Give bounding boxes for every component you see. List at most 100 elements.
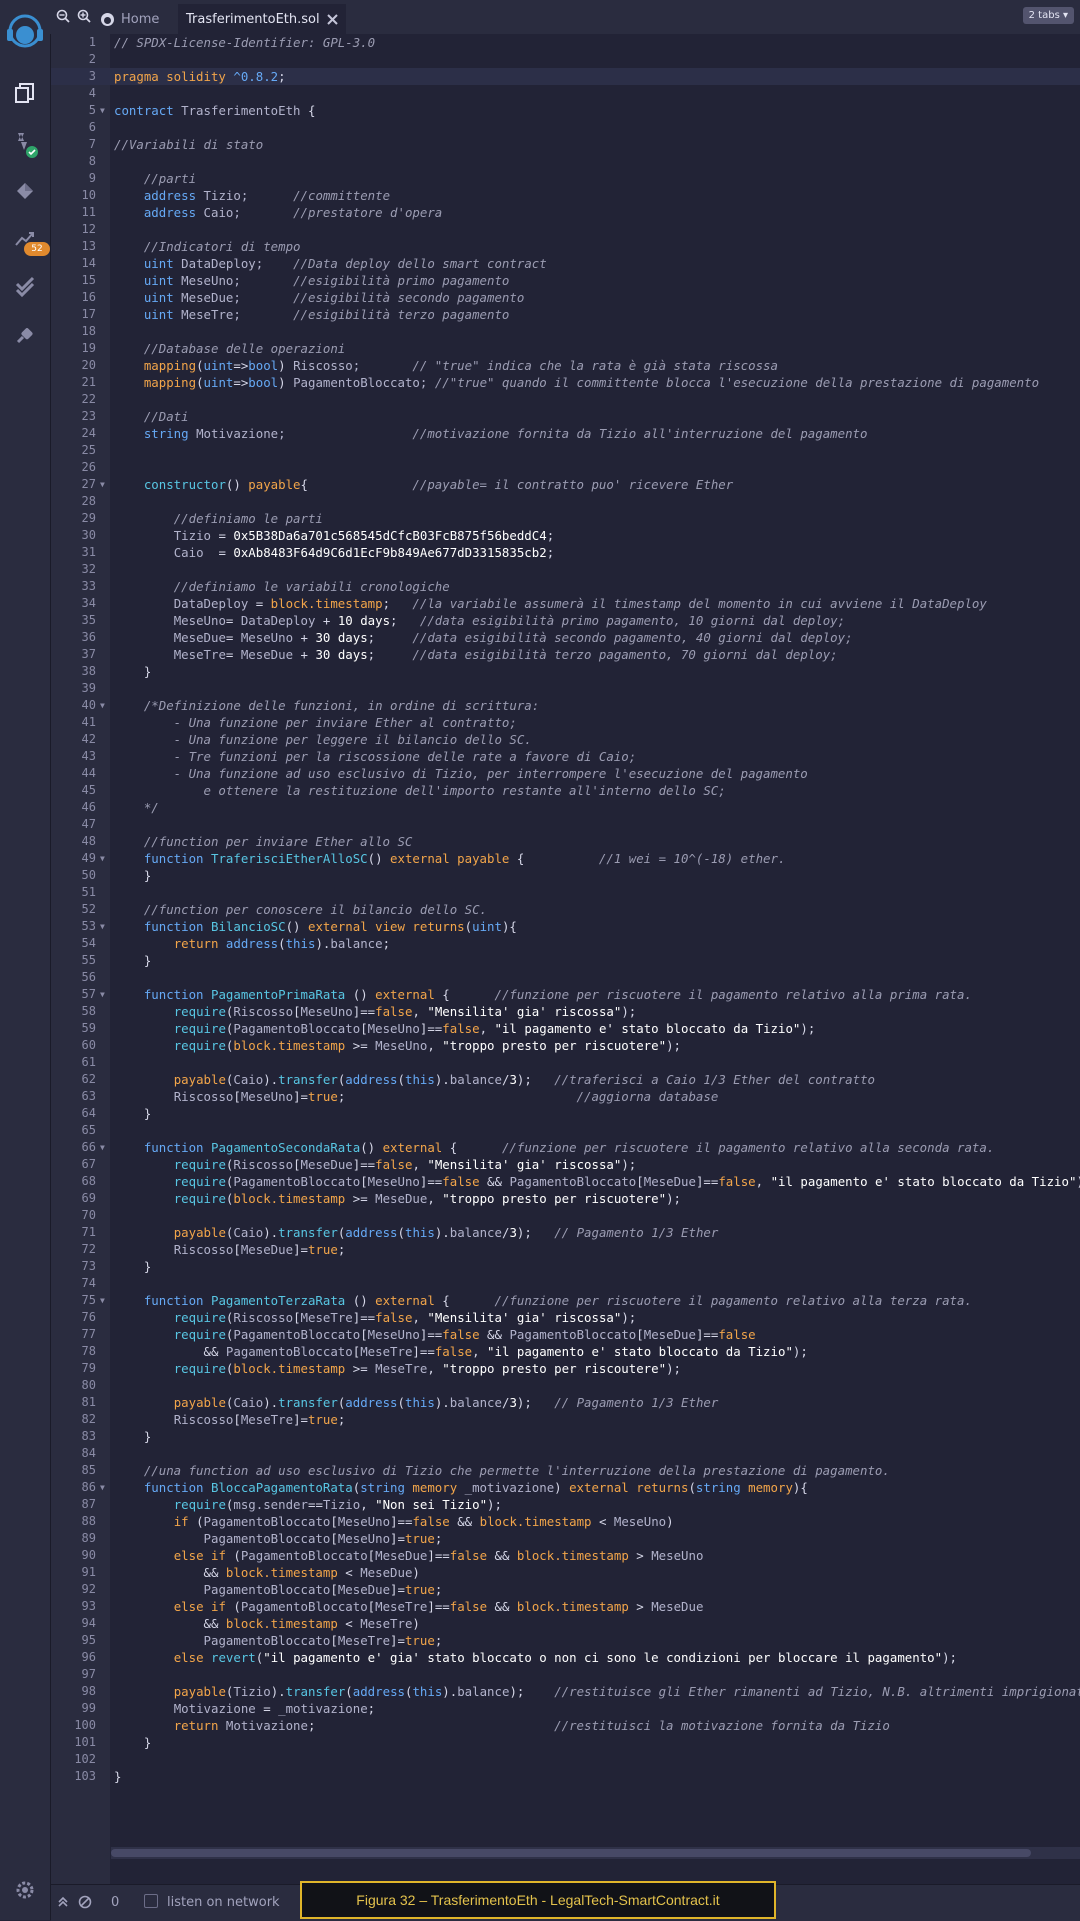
line-number[interactable]: 103 [51, 1768, 96, 1785]
line-number[interactable]: 42 [51, 731, 96, 748]
code-line[interactable]: 24 string Motivazione; //motivazione for… [51, 425, 1080, 442]
fold-toggle-icon[interactable]: ▼ [100, 986, 105, 1003]
line-number[interactable]: 31 [51, 544, 96, 561]
code-line[interactable]: 102 [51, 1751, 1080, 1768]
line-number[interactable]: 87 [51, 1496, 96, 1513]
line-number[interactable]: 92 [51, 1581, 96, 1598]
line-number[interactable]: 7 [51, 136, 96, 153]
line-number[interactable]: 35 [51, 612, 96, 629]
line-number[interactable]: 61 [51, 1054, 96, 1071]
line-number[interactable]: 72 [51, 1241, 96, 1258]
zoom-in-icon[interactable] [77, 8, 91, 27]
line-number[interactable]: 23 [51, 408, 96, 425]
line-number[interactable]: 48 [51, 833, 96, 850]
line-number[interactable]: 49 [51, 850, 96, 867]
line-number[interactable]: 39 [51, 680, 96, 697]
line-number[interactable]: 19 [51, 340, 96, 357]
line-number[interactable]: 69 [51, 1190, 96, 1207]
line-number[interactable]: 74 [51, 1275, 96, 1292]
line-number[interactable]: 40 [51, 697, 96, 714]
line-number[interactable]: 1 [51, 34, 96, 51]
code-line[interactable]: 83 } [51, 1428, 1080, 1445]
line-number[interactable]: 96 [51, 1649, 96, 1666]
line-number[interactable]: 18 [51, 323, 96, 340]
line-number[interactable]: 88 [51, 1513, 96, 1530]
line-number[interactable]: 8 [51, 153, 96, 170]
line-number[interactable]: 77 [51, 1326, 96, 1343]
fold-toggle-icon[interactable]: ▼ [100, 1479, 105, 1496]
line-number[interactable]: 97 [51, 1666, 96, 1683]
code-line[interactable]: 5 ▼ contract TrasferimentoEth { [51, 102, 1080, 119]
code-line[interactable]: 25 [51, 442, 1080, 459]
line-number[interactable]: 95 [51, 1632, 96, 1649]
code-line[interactable]: 67 require(Riscosso[MeseDue]==false, "Me… [51, 1156, 1080, 1173]
code-line[interactable]: 9 //parti [51, 170, 1080, 187]
code-line[interactable]: 45 e ottenere la restituzione dell'impor… [51, 782, 1080, 799]
line-number[interactable]: 44 [51, 765, 96, 782]
code-line[interactable]: 2 [51, 51, 1080, 68]
code-line[interactable]: 7 //Variabili di stato [51, 136, 1080, 153]
code-line[interactable]: 37 MeseTre= MeseDue + 30 days; //data es… [51, 646, 1080, 663]
line-number[interactable]: 11 [51, 204, 96, 221]
code-line[interactable]: 40 ▼ /*Definizione delle funzioni, in ord… [51, 697, 1080, 714]
line-number[interactable]: 65 [51, 1122, 96, 1139]
horizontal-scrollbar[interactable] [111, 1847, 1080, 1859]
code-line[interactable]: 12 [51, 221, 1080, 238]
code-line[interactable]: 13 //Indicatori di tempo [51, 238, 1080, 255]
line-number[interactable]: 56 [51, 969, 96, 986]
line-number[interactable]: 78 [51, 1343, 96, 1360]
line-number[interactable]: 50 [51, 867, 96, 884]
code-line[interactable]: 41 - Una funzione per inviare Ether al c… [51, 714, 1080, 731]
fold-toggle-icon[interactable]: ▼ [100, 697, 105, 714]
line-number[interactable]: 51 [51, 884, 96, 901]
code-line[interactable]: 34 DataDeploy = block.timestamp; //la va… [51, 595, 1080, 612]
settings-icon[interactable] [0, 1880, 50, 1900]
line-number[interactable]: 27 [51, 476, 96, 493]
code-line[interactable]: 19 //Database delle operazioni [51, 340, 1080, 357]
code-line[interactable]: 66 ▼ function PagamentoSecondaRata() exte… [51, 1139, 1080, 1156]
zoom-out-icon[interactable] [56, 8, 70, 27]
solidity-compiler-icon[interactable] [0, 130, 50, 160]
line-number[interactable]: 59 [51, 1020, 96, 1037]
line-number[interactable]: 46 [51, 799, 96, 816]
tab-trasferimentoeth[interactable]: TrasferimentoEth.sol [178, 4, 346, 34]
line-number[interactable]: 22 [51, 391, 96, 408]
line-number[interactable]: 93 [51, 1598, 96, 1615]
line-number[interactable]: 91 [51, 1564, 96, 1581]
fold-toggle-icon[interactable]: ▼ [100, 1292, 105, 1309]
code-line[interactable]: 29 //definiamo le parti [51, 510, 1080, 527]
code-line[interactable]: 99 Motivazione = _motivazione; [51, 1700, 1080, 1717]
fold-toggle-icon[interactable]: ▼ [100, 918, 105, 935]
line-number[interactable]: 70 [51, 1207, 96, 1224]
code-line[interactable]: 33 //definiamo le variabili cronologiche [51, 578, 1080, 595]
code-line[interactable]: 79 require(block.timestamp >= MeseTre, "… [51, 1360, 1080, 1377]
line-number[interactable]: 68 [51, 1173, 96, 1190]
line-number[interactable]: 29 [51, 510, 96, 527]
line-number[interactable]: 13 [51, 238, 96, 255]
line-number[interactable]: 3 [51, 68, 96, 85]
line-number[interactable]: 79 [51, 1360, 96, 1377]
code-line[interactable]: 39 [51, 680, 1080, 697]
line-number[interactable]: 10 [51, 187, 96, 204]
code-line[interactable]: 30 Tizio = 0x5B38Da6a701c568545dCfcB03Fc… [51, 527, 1080, 544]
line-number[interactable]: 84 [51, 1445, 96, 1462]
line-number[interactable]: 86 [51, 1479, 96, 1496]
line-number[interactable]: 38 [51, 663, 96, 680]
code-line[interactable]: 74 [51, 1275, 1080, 1292]
code-line[interactable]: 92 PagamentoBloccato[MeseDue]=true; [51, 1581, 1080, 1598]
code-line[interactable]: 78 && PagamentoBloccato[MeseTre]==false,… [51, 1343, 1080, 1360]
clear-terminal-icon[interactable] [78, 1895, 92, 1913]
code-line[interactable]: 21 mapping(uint=>bool) PagamentoBloccato… [51, 374, 1080, 391]
line-number[interactable]: 9 [51, 170, 96, 187]
code-line[interactable]: 82 Riscosso[MeseTre]=true; [51, 1411, 1080, 1428]
line-number[interactable]: 67 [51, 1156, 96, 1173]
code-line[interactable]: 1 // SPDX-License-Identifier: GPL-3.0 [51, 34, 1080, 51]
line-number[interactable]: 45 [51, 782, 96, 799]
file-explorer-icon[interactable] [0, 82, 50, 104]
line-number[interactable]: 17 [51, 306, 96, 323]
line-number[interactable]: 85 [51, 1462, 96, 1479]
line-number[interactable]: 100 [51, 1717, 96, 1734]
close-icon[interactable] [326, 13, 338, 25]
code-line[interactable]: 84 [51, 1445, 1080, 1462]
code-line[interactable]: 71 payable(Caio).transfer(address(this).… [51, 1224, 1080, 1241]
